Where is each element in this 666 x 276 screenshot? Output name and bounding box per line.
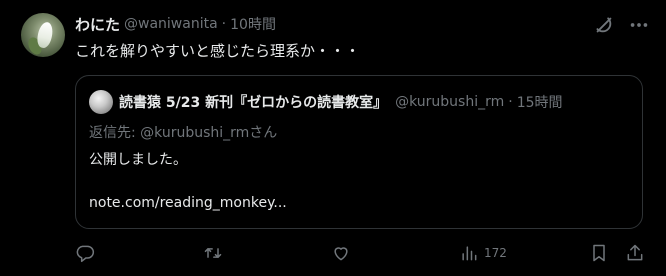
display-name[interactable]: わにた xyxy=(75,14,120,35)
views-icon xyxy=(459,243,479,263)
quoted-link[interactable]: note.com/reading_monkey... xyxy=(89,195,287,211)
avatar-flower xyxy=(35,20,55,50)
retweet-button[interactable] xyxy=(203,242,223,264)
grok-icon[interactable] xyxy=(593,14,615,36)
bookmark-icon xyxy=(589,243,609,263)
tweet[interactable]: わにた @waniwanita · 10時間 これを解りやすいと感じたら理系か・… xyxy=(0,0,666,276)
user-handle[interactable]: @waniwanita xyxy=(124,16,218,32)
tweet-text: これを解りやすいと感じたら理系か・・・ xyxy=(75,42,361,60)
reply-button[interactable] xyxy=(75,242,95,264)
retweet-icon xyxy=(203,243,223,263)
tweet-header: わにた @waniwanita · 10時間 xyxy=(75,14,276,34)
like-icon xyxy=(331,243,351,263)
quoted-tweet[interactable]: 読書猿 5/23 新刊『ゼロからの読書教室』 @kurubushi_rm · 1… xyxy=(75,75,643,229)
like-button[interactable] xyxy=(331,242,351,264)
quoted-reply-to: 返信先: @kurubushi_rmさん xyxy=(89,125,278,141)
quoted-separator-dot: · xyxy=(508,94,513,110)
tweet-time[interactable]: 10時間 xyxy=(230,14,276,34)
action-bar: 172 xyxy=(75,242,645,266)
quoted-avatar[interactable] xyxy=(89,90,113,114)
bookmark-button[interactable] xyxy=(589,242,609,264)
avatar[interactable] xyxy=(21,13,65,57)
quoted-header: 読書猿 5/23 新刊『ゼロからの読書教室』 @kurubushi_rm · 1… xyxy=(119,90,563,114)
share-button[interactable] xyxy=(625,242,645,264)
views-button[interactable]: 172 xyxy=(459,242,507,264)
reply-icon xyxy=(75,243,95,263)
separator-dot: · xyxy=(221,16,227,32)
more-icon[interactable] xyxy=(628,14,650,36)
quoted-display-name[interactable]: 読書猿 5/23 新刊『ゼロからの読書教室』 xyxy=(119,92,387,112)
share-icon xyxy=(625,243,645,263)
views-count: 172 xyxy=(484,246,507,260)
quoted-time[interactable]: 15時間 xyxy=(517,92,563,112)
quoted-text-line: 公開しました。 xyxy=(89,152,187,168)
quoted-handle[interactable]: @kurubushi_rm xyxy=(395,94,504,110)
